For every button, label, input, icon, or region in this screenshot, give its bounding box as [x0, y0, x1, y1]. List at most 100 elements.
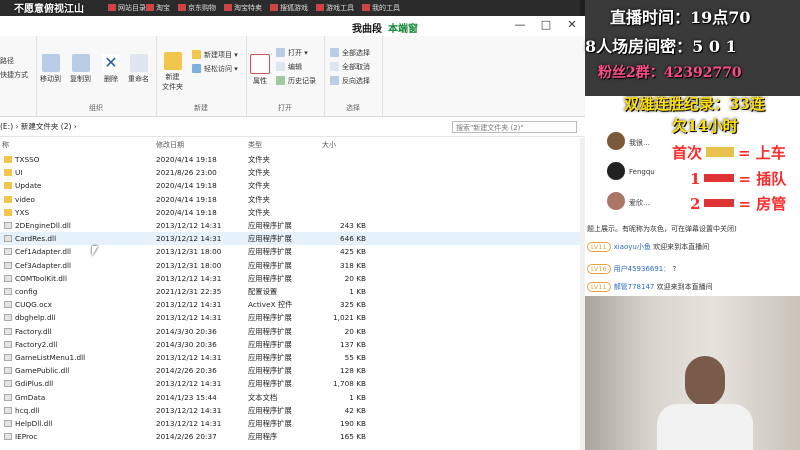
minimize-button[interactable]: — — [508, 18, 532, 32]
bookmark-4[interactable]: 淘宝特卖 — [224, 3, 262, 13]
new-item-button[interactable]: 新建项目 ▾ — [192, 50, 238, 60]
easy-access-icon — [192, 64, 201, 73]
rocket-icon — [704, 199, 735, 207]
file-icon — [4, 327, 12, 335]
column-name[interactable]: 称 — [2, 140, 9, 150]
column-size[interactable]: 大小 — [322, 140, 336, 150]
table-row[interactable]: IEProc 2014/2/26 20:37 应用程序 165 KB — [0, 430, 580, 443]
file-type: 文件夹 — [248, 181, 270, 191]
table-row[interactable]: 2DEngineDll.dll 2013/12/12 14:31 应用程序扩展 243… — [0, 219, 580, 232]
ribbon-group-select: 全部选择 全部取消 反向选择 选择 — [324, 36, 383, 116]
invert-selection-button[interactable]: 反向选择 — [330, 76, 370, 86]
bookmark-3[interactable]: 京东购物 — [178, 3, 216, 13]
file-size: 1 KB — [349, 287, 366, 296]
file-date: 2013/12/12 14:31 — [156, 273, 222, 283]
file-date: 2013/12/31 18:00 — [156, 247, 222, 257]
folder-icon — [4, 156, 12, 163]
paste-shortcut-button[interactable]: 快捷方式 — [0, 70, 28, 80]
file-date: 2021/8/26 23:00 — [156, 168, 217, 178]
table-row[interactable]: config 2021/12/31 22:35 配置设置 1 KB — [0, 285, 580, 298]
room-password-label: 8人场房间密：5 0 1 — [585, 37, 737, 56]
easy-access-button[interactable]: 轻松访问 ▾ — [192, 64, 238, 74]
ribbon-group-organize: 移动到 复制到 ✕ 删除 重命名 组织 — [36, 36, 157, 116]
file-date: 2020/4/14 19:18 — [156, 207, 217, 217]
ribbon-group-open: 属性 打开 ▾ 编辑 历史记录 打开 — [246, 36, 325, 116]
table-row[interactable]: TXSSO 2020/4/14 19:18 文件夹 — [0, 153, 580, 166]
file-type: 应用程序扩展 — [248, 379, 292, 389]
bookmark-7[interactable]: 我的工具 — [362, 3, 400, 13]
file-name: GdiPlus.dll — [4, 379, 53, 388]
bookmark-icon — [224, 4, 232, 11]
file-icon — [4, 433, 12, 441]
copy-path-button[interactable]: 路径 — [0, 56, 14, 66]
table-row[interactable]: hcq.dll 2013/12/12 14:31 应用程序扩展 42 KB — [0, 404, 580, 417]
table-row[interactable]: GamePublic.dll 2014/2/26 20:36 应用程序扩展 128 K… — [0, 364, 580, 377]
file-name: 2DEngineDll.dll — [4, 221, 71, 230]
ribbon-group-new: 新建 文件夹 新建项目 ▾ 轻松访问 ▾ 新建 — [156, 36, 247, 116]
close-button[interactable]: ✕ — [560, 18, 584, 32]
breadcrumb[interactable]: (E:) › 新建文件夹 (2) › — [0, 121, 77, 132]
table-row[interactable]: video 2020/4/14 19:18 文件夹 — [0, 193, 580, 206]
chat-message: LV16 用户45936691： ? — [587, 264, 676, 274]
maximize-button[interactable]: □ — [534, 18, 558, 32]
table-row[interactable]: COMToolKit.dll 2013/12/12 14:31 应用程序扩展 20 K… — [0, 272, 580, 285]
table-row[interactable]: YXS 2020/4/14 19:18 文件夹 — [0, 206, 580, 219]
folder-icon — [4, 195, 12, 203]
table-row[interactable]: Cef1Adapter.dll 2013/12/31 18:00 应用程序扩展 425… — [0, 245, 580, 258]
properties-button[interactable]: 属性 — [250, 54, 270, 86]
rename-button[interactable]: 重命名 — [128, 54, 149, 84]
table-row[interactable]: HelpDll.dll 2013/12/12 14:31 应用程序扩展 190 KB — [0, 417, 580, 430]
bookmark-2[interactable]: 淘宝 — [146, 3, 170, 13]
rule-1: 首次 = 上车 — [672, 144, 786, 162]
chat-message: LV11 郝管778147 欢迎来到本直播间 — [587, 282, 713, 292]
record-label: 双雄连胜纪录：33连 — [624, 95, 765, 113]
search-input[interactable]: 搜索"新建文件夹 (2)" — [452, 121, 577, 133]
bookmark-6[interactable]: 游戏工具 — [316, 3, 354, 13]
open-button[interactable]: 打开 ▾ — [276, 48, 308, 58]
copy-to-button[interactable]: 复制到 — [70, 54, 91, 84]
file-name: Factory.dll — [4, 327, 52, 336]
table-row[interactable]: Factory.dll 2014/3/30 20:36 应用程序扩展 20 KB — [0, 325, 580, 338]
bookmark-5[interactable]: 搜狐游戏 — [270, 3, 308, 13]
select-all-button[interactable]: 全部选择 — [330, 48, 370, 58]
table-row[interactable]: Factory2.dll 2014/3/30 20:36 应用程序扩展 137 KB — [0, 338, 580, 351]
file-name: Cef3Adapter.dll — [4, 261, 71, 270]
file-type: 文件夹 — [248, 207, 270, 217]
file-size: 243 KB — [339, 221, 366, 230]
table-row[interactable]: GameListMenu1.dll 2013/12/12 14:31 应用程序扩展 5… — [0, 351, 580, 364]
new-folder-button[interactable]: 新建 文件夹 — [162, 52, 183, 92]
file-date: 2020/4/14 19:18 — [156, 155, 217, 164]
file-icon — [4, 420, 12, 427]
file-icon — [4, 274, 12, 282]
table-row[interactable]: GmData 2014/1/23 15:44 文本文档 1 KB — [0, 391, 580, 404]
properties-icon — [250, 54, 270, 74]
file-name: GmData — [4, 393, 45, 402]
table-row[interactable]: dbghelp.dll 2013/12/12 14:31 应用程序扩展 1,021 K… — [0, 311, 580, 324]
chat-user-name: 我很… — [629, 139, 650, 147]
edit-button[interactable]: 编辑 — [276, 62, 302, 72]
table-row[interactable]: GdiPlus.dll 2013/12/12 14:31 应用程序扩展 1,708 K… — [0, 377, 580, 390]
file-date: 2013/12/31 18:00 — [156, 260, 222, 270]
mouse-cursor-icon — [92, 246, 98, 256]
table-row[interactable]: CUQG.ocx 2013/12/12 14:31 ActiveX 控件 325 KB — [0, 298, 580, 311]
file-size: 20 KB — [344, 326, 366, 336]
table-row[interactable]: Update 2020/4/14 19:18 文件夹 — [0, 179, 580, 192]
move-to-button[interactable]: 移动到 — [40, 54, 61, 84]
file-icon — [4, 340, 12, 348]
chat-user-name: Fengqu — [629, 168, 655, 176]
file-type: 应用程序扩展 — [248, 339, 292, 349]
file-type: 应用程序扩展 — [248, 326, 292, 336]
select-none-button[interactable]: 全部取消 — [330, 62, 370, 72]
title-bar: 我曲段 本端窗 — □ ✕ — [0, 16, 585, 37]
column-type[interactable]: 类型 — [248, 140, 262, 150]
table-row[interactable]: UI 2021/8/26 23:00 文件夹 — [0, 166, 580, 179]
column-modified[interactable]: 修改日期 — [156, 140, 184, 150]
history-button[interactable]: 历史记录 — [276, 76, 316, 86]
file-date: 2020/4/14 19:18 — [156, 194, 217, 204]
delete-button[interactable]: ✕ 删除 — [102, 54, 120, 84]
table-row[interactable]: CardRes.dll 2013/12/12 14:31 应用程序扩展 646 KB — [0, 232, 580, 246]
file-type: 应用程序扩展 — [248, 260, 292, 270]
file-type: 应用程序扩展 — [248, 247, 292, 257]
table-row[interactable]: Cef3Adapter.dll 2013/12/31 18:00 应用程序扩展 318… — [0, 259, 580, 272]
bookmark-1[interactable]: 网站目录 — [108, 3, 146, 13]
